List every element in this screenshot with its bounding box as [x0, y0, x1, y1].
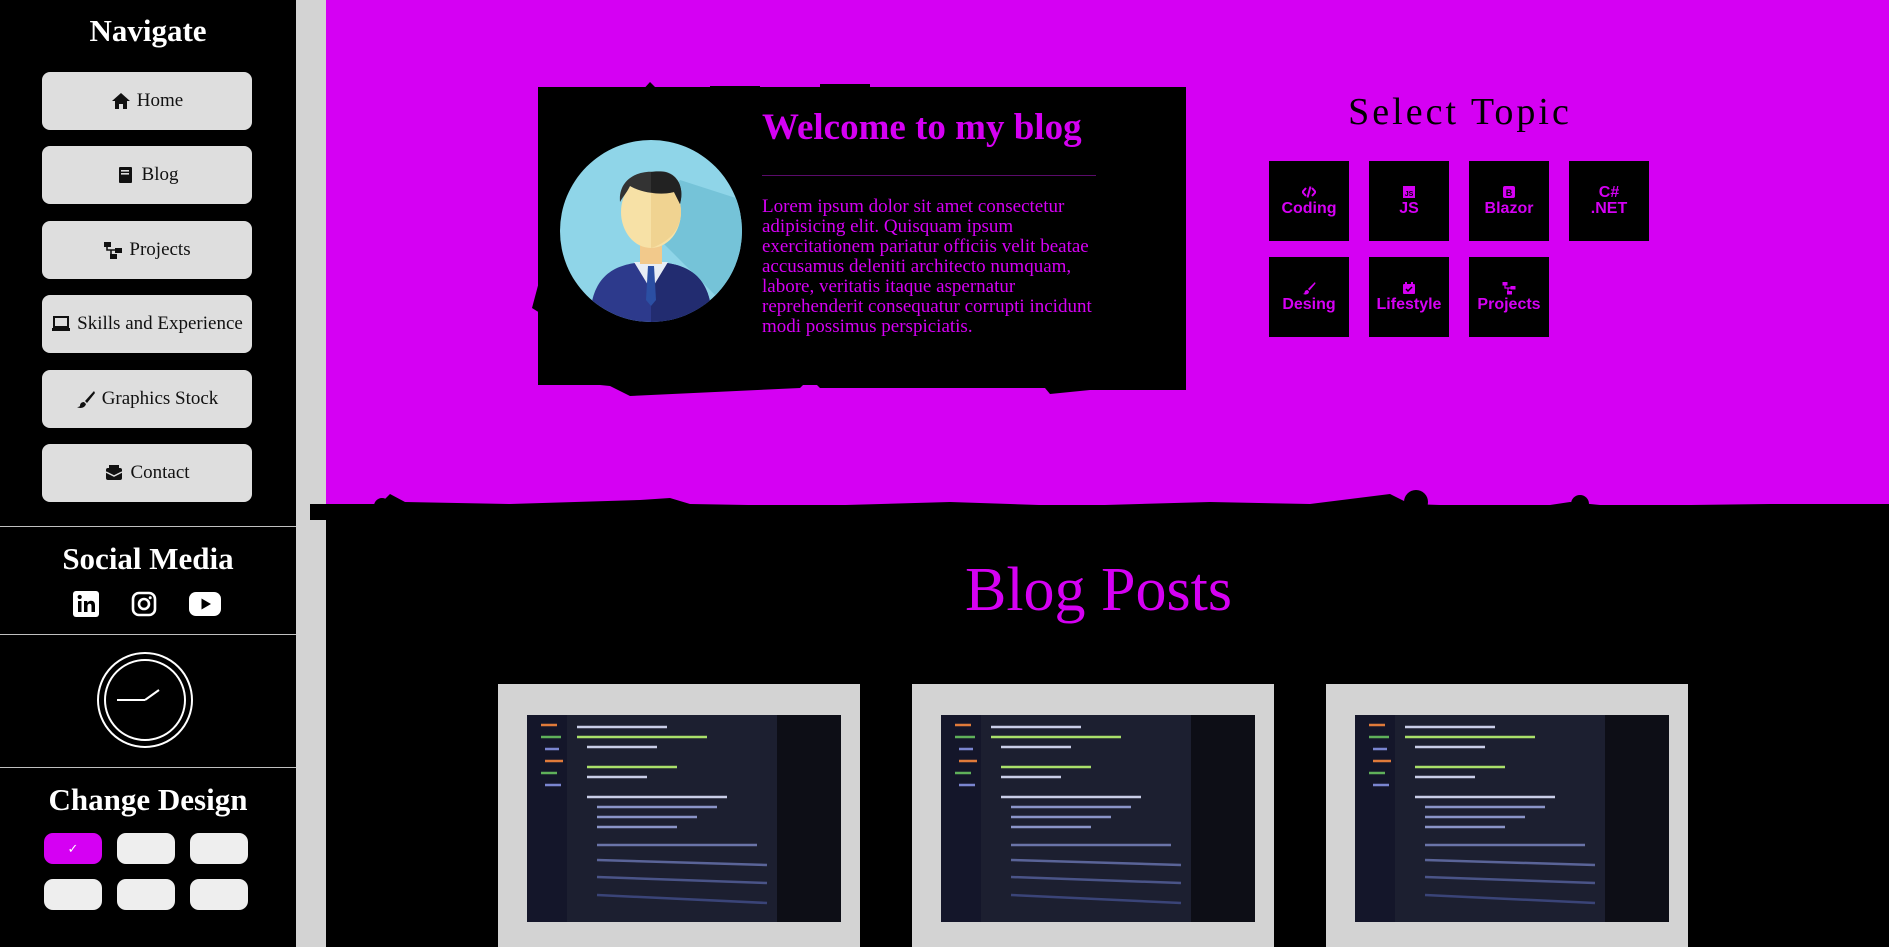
brush-icon: [76, 391, 95, 408]
topic-lifestyle-label: Lifestyle: [1376, 296, 1442, 313]
welcome-title: Welcome to my blog: [762, 107, 1082, 148]
calendar-icon: [1403, 282, 1415, 294]
nav-home-button[interactable]: Home: [42, 72, 252, 130]
topic-csharp-label: C#: [1598, 184, 1620, 201]
welcome-text: Lorem ipsum dolor sit amet consectetur a…: [762, 196, 1092, 337]
topic-js-label: JS: [1399, 200, 1419, 217]
design-swatch-1[interactable]: ✓: [44, 833, 102, 864]
brush-icon: [1302, 282, 1316, 295]
topic-js-button[interactable]: JS JS: [1369, 161, 1449, 241]
nav-contact-label: Contact: [130, 462, 190, 483]
nav-skills-button[interactable]: Skills and Experience: [42, 295, 252, 353]
topic-coding-label: Coding: [1281, 200, 1337, 217]
topic-design-button[interactable]: Desing: [1269, 257, 1349, 337]
js-icon: JS: [1403, 186, 1415, 198]
linkedin-icon[interactable]: [72, 590, 100, 618]
nav-graphics-button[interactable]: Graphics Stock: [42, 370, 252, 428]
sidebar-divider: [0, 526, 296, 527]
nav-blog-button[interactable]: Blog: [42, 146, 252, 204]
svg-text:JS: JS: [1405, 191, 1414, 198]
sidebar-divider: [0, 634, 296, 635]
nav-skills-label: Skills and Experience: [77, 313, 243, 334]
welcome-divider: [762, 175, 1096, 176]
blog-post-card[interactable]: [1326, 684, 1688, 947]
youtube-icon[interactable]: [188, 590, 222, 618]
topic-coding-button[interactable]: Coding: [1269, 161, 1349, 241]
navigate-heading: Navigate: [89, 13, 207, 48]
topic-blazor-button[interactable]: B Blazor: [1469, 161, 1549, 241]
blazor-icon: B: [1503, 186, 1515, 198]
change-design-heading: Change Design: [48, 782, 248, 817]
mailbox-icon: [106, 465, 123, 480]
topic-dotnet-label: .NET: [1590, 200, 1628, 217]
social-media-heading: Social Media: [62, 541, 234, 576]
select-topic-heading: Select Topic: [1348, 91, 1572, 133]
nav-projects-button[interactable]: Projects: [42, 221, 252, 279]
post-thumbnail: [1355, 715, 1669, 922]
sidebar: Navigate Home Blog Projects Skills and E…: [0, 0, 296, 947]
book-icon: [118, 167, 132, 183]
sidebar-divider: [0, 767, 296, 768]
nav-contact-button[interactable]: Contact: [42, 444, 252, 502]
hero-torn-bottom: [310, 490, 1889, 520]
topic-csharp-button[interactable]: C# .NET: [1569, 161, 1649, 241]
code-icon: [1302, 186, 1316, 198]
sitemap-icon: [1502, 282, 1516, 295]
design-swatch-6[interactable]: [190, 879, 248, 910]
post-thumbnail: [941, 715, 1255, 922]
design-swatch-5[interactable]: [117, 879, 175, 910]
design-swatch-3[interactable]: [190, 833, 248, 864]
nav-blog-label: Blog: [141, 164, 179, 185]
nav-graphics-label: Graphics Stock: [101, 388, 219, 409]
post-thumbnail: [527, 715, 841, 922]
blog-post-card[interactable]: [912, 684, 1274, 947]
topic-lifestyle-button[interactable]: Lifestyle: [1369, 257, 1449, 337]
clock-hands: [117, 689, 160, 701]
topic-blazor-label: Blazor: [1484, 200, 1534, 217]
nav-projects-label: Projects: [129, 239, 191, 260]
design-swatch-2[interactable]: [117, 833, 175, 864]
home-icon: [111, 93, 130, 109]
check-icon: ✓: [67, 840, 79, 856]
instagram-icon[interactable]: [130, 590, 158, 618]
blog-posts-heading: Blog Posts: [964, 556, 1233, 624]
sitemap-icon: [104, 242, 123, 259]
topic-projects-button[interactable]: Projects: [1469, 257, 1549, 337]
nav-home-label: Home: [136, 90, 184, 111]
analog-clock: [97, 652, 193, 748]
svg-text:B: B: [1506, 188, 1513, 198]
blog-post-card[interactable]: [498, 684, 860, 947]
topic-projects-label: Projects: [1477, 296, 1541, 313]
laptop-icon: [52, 316, 71, 331]
design-swatch-4[interactable]: [44, 879, 102, 910]
topic-design-label: Desing: [1282, 296, 1336, 313]
avatar-illustration: [560, 140, 742, 322]
